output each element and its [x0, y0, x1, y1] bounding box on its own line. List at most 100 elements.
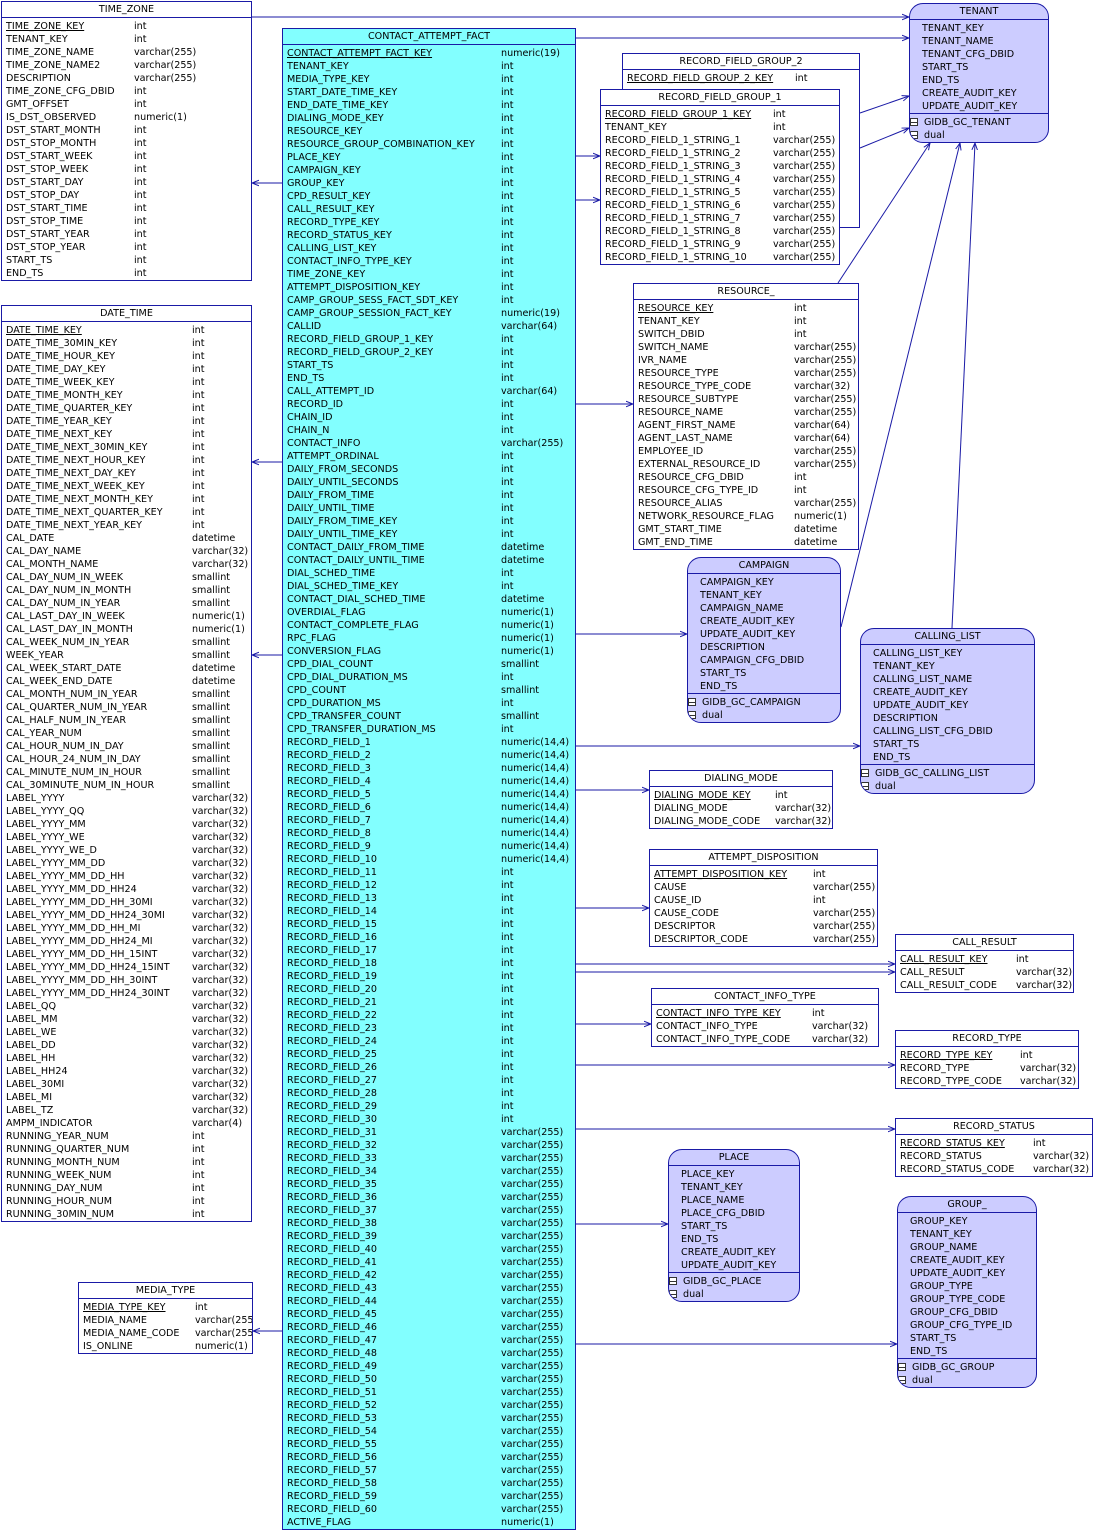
column-row: MEDIA_NAME varchar(255)	[79, 1314, 252, 1327]
column-list: CONTACT_INFO_TYPE_KEY int CONTACT_INFO_TYP…	[652, 1005, 878, 1046]
column-name: LABEL_30MI	[6, 1079, 65, 1090]
entity-title: TIME_ZONE	[2, 2, 251, 18]
column-name: SWITCH_DBID	[638, 329, 705, 340]
column-type: int	[794, 472, 807, 483]
column-name: CALL_RESULT	[900, 967, 965, 978]
column-type: varchar(255)	[794, 407, 857, 418]
column-type: int	[501, 139, 514, 150]
entity-time-zone[interactable]: TIME_ZONE TIME_ZONE_KEY int TENANT_KEY int TI…	[1, 1, 252, 281]
column-type: int	[192, 1131, 205, 1142]
column-type: varchar(255)	[794, 342, 857, 353]
column-type: datetime	[192, 663, 236, 674]
column-row: TENANT_KEY	[910, 22, 1048, 35]
column-row: RECORD_FIELD_GROUP_2_KEY int	[283, 346, 575, 359]
entity-place[interactable]: PLACE PLACE_KEY TENANT_KEY PLACE_NAME PLACE_…	[668, 1149, 800, 1302]
entity-resource[interactable]: RESOURCE_ RESOURCE_KEY int TENANT_KEY int SWI…	[633, 283, 859, 550]
column-name: TIME_ZONE_CFG_DBID	[6, 86, 115, 97]
column-row: RECORD_FIELD_10 numeric(14,4)	[283, 853, 575, 866]
column-type: varchar(32)	[192, 559, 249, 570]
column-row: LABEL_YYYY_MM_DD_HH varchar(32)	[2, 870, 251, 883]
entity-tenant[interactable]: TENANT TENANT_KEY TENANT_NAME TENANT_CFG_DB…	[909, 3, 1049, 143]
column-type: int	[192, 377, 205, 388]
column-row: LABEL_30MI varchar(32)	[2, 1078, 251, 1091]
entity-record-type[interactable]: RECORD_TYPE RECORD_TYPE_KEY int RECORD_TYPE…	[895, 1030, 1079, 1089]
entity-attempt-disposition[interactable]: ATTEMPT_DISPOSITION ATTEMPT_DISPOSITION_K…	[649, 849, 878, 947]
column-name: LABEL_YYYY_MM_DD_HH24	[6, 884, 137, 895]
column-type: varchar(32)	[794, 381, 851, 392]
column-row: START_TS	[669, 1220, 799, 1233]
column-row: DIALING_MODE varchar(32)	[650, 802, 832, 815]
column-row: DIALING_MODE_CODE varchar(32)	[650, 815, 832, 828]
column-type: datetime	[794, 524, 838, 535]
column-row: RECORD_FIELD_32 varchar(255)	[283, 1139, 575, 1152]
column-type: int	[501, 87, 514, 98]
column-name: CALLING_LIST_KEY	[873, 648, 963, 659]
column-type: smallint	[192, 754, 231, 765]
column-type: int	[134, 229, 147, 240]
column-name: RESOURCE_TYPE	[638, 368, 719, 379]
entity-contact-info-type[interactable]: CONTACT_INFO_TYPE CONTACT_INFO_TYPE_KEY in…	[651, 988, 879, 1047]
column-name: DATE_TIME_NEXT_QUARTER_KEY	[6, 507, 163, 518]
column-name: GMT_START_TIME	[638, 524, 722, 535]
entity-media-type[interactable]: MEDIA_TYPE MEDIA_TYPE_KEY int MEDIA_NAME var…	[78, 1282, 253, 1354]
column-name: RECORD_FIELD_16	[287, 932, 377, 943]
column-name: END_DATE_TIME_KEY	[287, 100, 389, 111]
source-item: dual	[898, 1374, 1036, 1387]
column-type: int	[501, 958, 514, 969]
column-row: CAL_DATE datetime	[2, 532, 251, 545]
column-name: DATE_TIME_HOUR_KEY	[6, 351, 116, 362]
column-type: varchar(255)	[501, 1413, 564, 1424]
table-icon	[669, 1290, 677, 1298]
column-name: CAL_DAY_NUM_IN_MONTH	[6, 585, 132, 596]
column-type: int	[501, 490, 514, 501]
entity-calling-list[interactable]: CALLING_LIST CALLING_LIST_KEY TENANT_KEY CA…	[860, 628, 1035, 794]
entity-date-time[interactable]: DATE_TIME DATE_TIME_KEY int DATE_TIME_30MIN…	[1, 305, 252, 1222]
column-name: OVERDIAL_FLAG	[287, 607, 366, 618]
column-name: RECORD_FIELD_20	[287, 984, 377, 995]
column-type: int	[134, 125, 147, 136]
column-row: CAMPAIGN_KEY	[688, 576, 840, 589]
column-type: int	[1020, 1050, 1033, 1061]
column-type: varchar(32)	[1016, 980, 1073, 991]
column-name: CAMPAIGN_KEY	[700, 577, 774, 588]
column-name: TENANT_KEY	[700, 590, 762, 601]
column-type: varchar(32)	[192, 975, 249, 986]
column-row: END_DATE_TIME_KEY int	[283, 99, 575, 112]
column-row: RECORD_TYPE varchar(32)	[896, 1062, 1078, 1075]
column-row: AGENT_FIRST_NAME varchar(64)	[634, 419, 858, 432]
column-name: CPD_COUNT	[287, 685, 346, 696]
column-row: PLACE_CFG_DBID	[669, 1207, 799, 1220]
column-row: CALL_RESULT_KEY int	[283, 203, 575, 216]
entity-group[interactable]: GROUP_ GROUP_KEY TENANT_KEY GROUP_NAME CREAT…	[897, 1196, 1037, 1388]
column-type: varchar(255)	[501, 1387, 564, 1398]
entity-contact-attempt-fact[interactable]: CONTACT_ATTEMPT_FACT CONTACT_ATTEMPT_FACT…	[282, 28, 576, 1530]
column-name: END_TS	[6, 268, 44, 279]
column-type: smallint	[501, 711, 540, 722]
entity-campaign[interactable]: CAMPAIGN CAMPAIGN_KEY TENANT_KEY CAMPAIGN_N…	[687, 557, 841, 723]
source-name: dual	[702, 710, 723, 721]
column-row: RESOURCE_ALIAS varchar(255)	[634, 497, 858, 510]
column-type: int	[501, 464, 514, 475]
column-name: EXTERNAL_RESOURCE_ID	[638, 459, 761, 470]
column-type: varchar(255)	[501, 1179, 564, 1190]
entity-record-field-group-1[interactable]: RECORD_FIELD_GROUP_1 RECORD_FIELD_GROUP_1…	[600, 89, 840, 265]
column-row: GROUP_TYPE_CODE	[898, 1293, 1036, 1306]
column-row: RECORD_FIELD_12 int	[283, 879, 575, 892]
column-type: varchar(4)	[192, 1118, 243, 1129]
entity-record-status[interactable]: RECORD_STATUS RECORD_STATUS_KEY int RECORD_…	[895, 1118, 1093, 1177]
column-name: RECORD_FIELD_4	[287, 776, 371, 787]
column-type: int	[501, 1088, 514, 1099]
column-row: RECORD_FIELD_1_STRING_3 varchar(255)	[601, 160, 839, 173]
column-row: DATE_TIME_NEXT_DAY_KEY int	[2, 467, 251, 480]
column-type: int	[501, 906, 514, 917]
entity-dialing-mode[interactable]: DIALING_MODE DIALING_MODE_KEY int DIALING_M…	[649, 770, 833, 829]
entity-call-result[interactable]: CALL_RESULT CALL_RESULT_KEY int CALL_RESULT…	[895, 934, 1074, 993]
column-name: DATE_TIME_MONTH_KEY	[6, 390, 123, 401]
entity-title: RECORD_STATUS	[896, 1119, 1092, 1135]
column-type: int	[773, 109, 786, 120]
column-name: RECORD_FIELD_31	[287, 1127, 377, 1138]
column-type: varchar(255)	[501, 1452, 564, 1463]
column-name: RECORD_FIELD_1_STRING_8	[605, 226, 741, 237]
column-type: int	[794, 316, 807, 327]
column-name: RECORD_ID	[287, 399, 344, 410]
